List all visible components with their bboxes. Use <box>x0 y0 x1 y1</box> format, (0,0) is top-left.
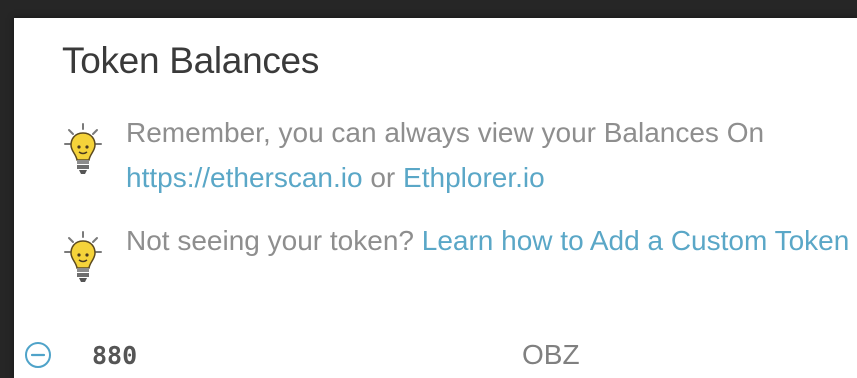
tip-text-prefix: Remember, you can always view your Balan… <box>126 117 765 148</box>
tip-text-prefix: Not seeing your token? <box>126 225 422 256</box>
lightbulb-icon <box>64 231 102 282</box>
token-balances-panel: Token Balances Remember, you can always … <box>14 18 857 378</box>
tip-text: Not seeing your token? Learn how to Add … <box>126 218 857 263</box>
add-custom-token-link[interactable]: Learn how to Add a Custom Token <box>422 225 850 256</box>
token-row: 880 OBZ <box>14 334 857 378</box>
minus-circle-icon[interactable] <box>24 341 52 369</box>
tip-text-middle: or <box>362 162 404 193</box>
tip-text: Remember, you can always view your Balan… <box>126 110 857 200</box>
lightbulb-icon <box>64 123 102 174</box>
etherscan-link[interactable]: https://etherscan.io <box>126 162 363 193</box>
token-amount: 880 <box>92 341 138 370</box>
ethplorer-link[interactable]: Ethplorer.io <box>403 162 545 193</box>
panel-title: Token Balances <box>62 40 320 81</box>
token-symbol: OBZ <box>522 339 580 370</box>
